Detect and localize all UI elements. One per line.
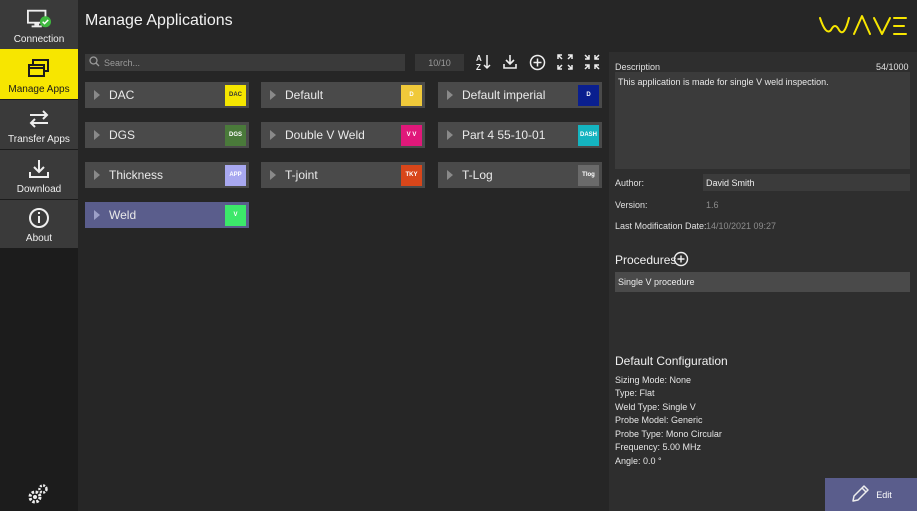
download-icon[interactable]	[501, 53, 519, 71]
page-title: Manage Applications	[85, 12, 233, 29]
app-tile-t-joint[interactable]: T-joint TKY	[261, 162, 425, 188]
add-circle-icon[interactable]	[528, 53, 546, 71]
edit-button[interactable]: Edit	[825, 478, 917, 511]
expand-arrow-icon	[270, 90, 276, 100]
add-procedure-icon[interactable]	[673, 251, 689, 267]
app-tile-part-4[interactable]: Part 4 55-10-01 DASH	[438, 122, 602, 148]
modified-label: Last Modification Date:	[615, 221, 707, 231]
app-name: DGS	[109, 128, 136, 142]
app-tile-weld[interactable]: Weld V	[85, 202, 249, 228]
app-tile-t-log[interactable]: T-Log Tlog	[438, 162, 602, 188]
expand-arrow-icon	[447, 130, 453, 140]
app-badge: D	[578, 84, 599, 106]
expand-arrow-icon	[447, 170, 453, 180]
transfer-arrows-icon	[27, 107, 51, 131]
config-angle: Angle: 0.0 °	[615, 456, 662, 466]
pencil-icon	[850, 484, 876, 506]
app-badge: V	[225, 204, 246, 226]
svg-text:Z: Z	[476, 63, 481, 71]
app-tile-dgs[interactable]: DGS DGS	[85, 122, 249, 148]
app-badge: D	[401, 84, 422, 106]
app-name: Default	[285, 88, 324, 102]
nav-manage-apps[interactable]: Manage Apps	[0, 49, 78, 99]
description-char-count: 54/1000	[876, 62, 909, 72]
nav-download[interactable]: Download	[0, 150, 78, 199]
config-frequency: Frequency: 5.00 MHz	[615, 442, 702, 452]
nav-connection[interactable]: Connection	[0, 0, 78, 49]
app-badge: Tlog	[578, 164, 599, 186]
procedure-item[interactable]: Single V procedure	[615, 272, 910, 292]
nav-label: Transfer Apps	[8, 134, 70, 145]
left-nav: Connection Manage Apps Transfer Apps Dow…	[0, 0, 78, 511]
config-sizing-mode: Sizing Mode: None	[615, 375, 692, 385]
nav-transfer-apps[interactable]: Transfer Apps	[0, 100, 78, 149]
stacked-windows-icon	[27, 57, 51, 81]
app-name: Part 4 55-10-01	[462, 128, 546, 142]
app-badge: DASH	[578, 124, 599, 146]
app-tile-thickness[interactable]: Thickness APP	[85, 162, 249, 188]
description-textarea[interactable]: This application is made for single V we…	[615, 72, 910, 169]
search-input[interactable]	[104, 57, 384, 68]
nav-about[interactable]: About	[0, 200, 78, 248]
app-badge: DGS	[225, 124, 246, 146]
expand-arrow-icon	[270, 130, 276, 140]
app-badge: APP	[225, 164, 246, 186]
expand-icon[interactable]	[556, 53, 574, 71]
app-badge: V V	[401, 124, 422, 146]
info-icon	[27, 206, 51, 230]
download-icon	[27, 157, 51, 181]
app-name: T-Log	[462, 168, 493, 182]
app-name: Thickness	[109, 168, 164, 182]
app-tile-dac[interactable]: DAC DAC	[85, 82, 249, 108]
monitor-check-icon	[27, 7, 51, 31]
nav-label: About	[25, 233, 53, 244]
config-title: Default Configuration	[615, 354, 728, 368]
nav-label: Manage Apps	[8, 84, 70, 95]
config-probe-type: Probe Type: Mono Circular	[615, 429, 722, 439]
app-count: 10/10	[415, 54, 464, 71]
app-name: DAC	[109, 88, 135, 102]
modified-value: 14/10/2021 09:27	[706, 220, 777, 231]
collapse-icon[interactable]	[583, 53, 601, 71]
app-tile-default-imperial[interactable]: Default imperial D	[438, 82, 602, 108]
expand-arrow-icon	[94, 210, 100, 220]
author-label: Author:	[615, 178, 645, 188]
config-type: Type: Flat	[615, 388, 655, 398]
description-label: Description	[615, 62, 661, 72]
version-label: Version:	[615, 200, 648, 210]
sort-az-icon[interactable]: A Z	[474, 53, 492, 71]
nav-label: Connection	[13, 34, 65, 45]
version-value: 1.6	[706, 199, 719, 210]
app-name: Double V Weld	[285, 128, 365, 142]
nav-label: Download	[16, 184, 62, 195]
app-name: Default imperial	[462, 88, 546, 102]
app-badge: TKY	[401, 164, 422, 186]
expand-arrow-icon	[94, 90, 100, 100]
app-tile-default[interactable]: Default D	[261, 82, 425, 108]
app-tile-double-v-weld[interactable]: Double V Weld V V	[261, 122, 425, 148]
svg-text:A: A	[476, 54, 482, 63]
config-weld-type: Weld Type: Single V	[615, 402, 696, 412]
gears-icon[interactable]	[27, 483, 49, 505]
app-name: T-joint	[285, 168, 318, 182]
app-badge: DAC	[225, 84, 246, 106]
search-field[interactable]	[85, 54, 405, 71]
author-field[interactable]: David Smith	[703, 174, 910, 191]
expand-arrow-icon	[447, 90, 453, 100]
wave-logo	[818, 12, 908, 38]
expand-arrow-icon	[270, 170, 276, 180]
edit-label: Edit	[876, 489, 892, 500]
search-icon	[89, 54, 100, 72]
app-name: Weld	[109, 208, 137, 222]
config-probe-model: Probe Model: Generic	[615, 415, 703, 425]
procedures-title: Procedures	[615, 253, 677, 267]
expand-arrow-icon	[94, 170, 100, 180]
expand-arrow-icon	[94, 130, 100, 140]
